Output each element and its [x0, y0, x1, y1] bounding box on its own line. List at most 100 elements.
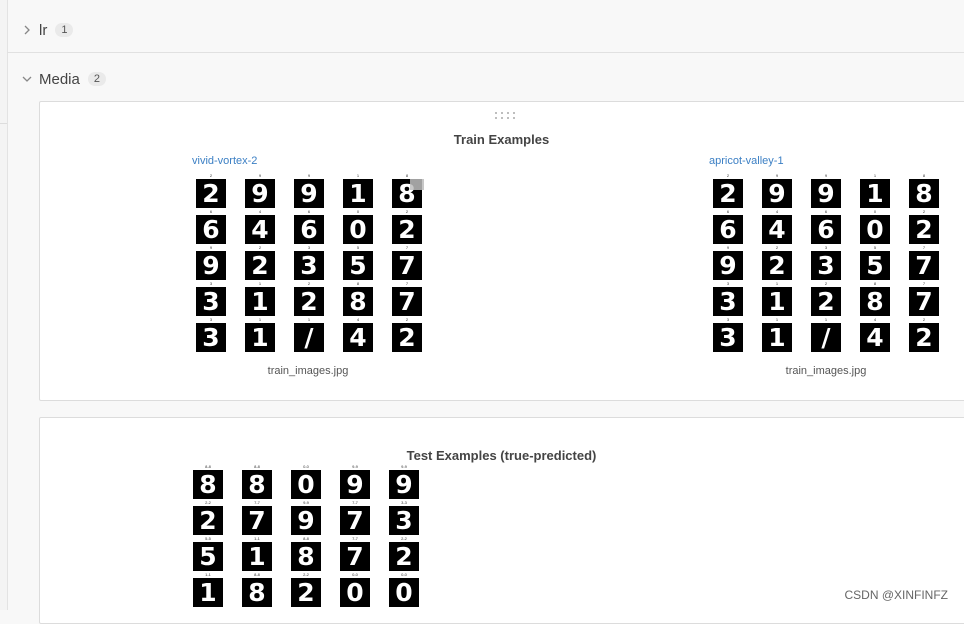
- digit-image: 8: [242, 470, 272, 499]
- digit-image: 2: [909, 323, 939, 352]
- digit-image: 7: [242, 506, 272, 535]
- digit-image: 8: [860, 287, 890, 316]
- hover-highlight: [410, 179, 424, 190]
- mnist-image-cell: 22: [712, 173, 744, 209]
- image-grid[interactable]: 2299991188664466002299223355773311228877…: [195, 173, 423, 353]
- mnist-image-cell: 88: [908, 173, 940, 209]
- mnist-image-cell: 8-8 8: [241, 572, 273, 608]
- digit-image: 8: [193, 470, 223, 499]
- mnist-image-cell: 99: [244, 173, 276, 209]
- digit-image: 9: [291, 506, 321, 535]
- mnist-image-cell: 33: [712, 281, 744, 317]
- digit-image: 7: [340, 506, 370, 535]
- run-name-link[interactable]: apricot-valley-1: [709, 155, 784, 167]
- digit-image: 8: [343, 287, 373, 316]
- digit-image: 3: [713, 323, 743, 352]
- digit-image: 3: [811, 251, 841, 280]
- mnist-image-cell: 9-9 9: [388, 464, 420, 500]
- mnist-image-cell: 1/: [293, 317, 325, 353]
- mnist-image-cell: 0-0 0: [339, 572, 371, 608]
- section-count-badge: 2: [87, 72, 106, 86]
- mnist-image-cell: 0-0 0: [388, 572, 420, 608]
- digit-image: 1: [762, 287, 792, 316]
- chevron-right-icon: [21, 24, 33, 36]
- mnist-image-cell: 22: [761, 245, 793, 281]
- mnist-image-cell: 22: [908, 317, 940, 353]
- digit-image: 7: [392, 287, 422, 316]
- section-header-lr[interactable]: lr 1: [7, 5, 964, 55]
- mnist-image-cell: 55: [859, 245, 891, 281]
- section-header-media[interactable]: Media 2: [7, 54, 964, 104]
- mnist-image-cell: 11: [761, 317, 793, 353]
- mnist-image-cell: 99: [810, 173, 842, 209]
- mnist-image-cell: 00: [342, 209, 374, 245]
- digit-image: 1: [245, 287, 275, 316]
- rail-tick: [0, 123, 7, 124]
- image-grid[interactable]: 2299991188664466002299223355773311228877…: [712, 173, 940, 353]
- drag-handle-icon[interactable]: [494, 112, 519, 120]
- run-name-link[interactable]: vivid-vortex-2: [192, 155, 257, 167]
- train-examples-panel: Train Examples vivid-vortex-2 2299991188…: [39, 101, 964, 401]
- mnist-image-cell: 66: [293, 209, 325, 245]
- chevron-down-icon: [21, 73, 33, 85]
- mnist-image-cell: 2-2 2: [290, 572, 322, 608]
- digit-image: 9: [762, 179, 792, 208]
- digit-image: 8: [909, 179, 939, 208]
- mnist-image-cell: 2-2 2: [388, 536, 420, 572]
- mnist-image-cell: 44: [342, 317, 374, 353]
- mnist-image-cell: 99: [712, 245, 744, 281]
- mnist-image-cell: 33: [195, 317, 227, 353]
- mnist-image-cell: 66: [712, 209, 744, 245]
- digit-image: 6: [294, 215, 324, 244]
- digit-image: 5: [343, 251, 373, 280]
- mnist-image-cell: 8-8 8: [192, 464, 224, 500]
- digit-image: 1: [193, 578, 223, 607]
- mnist-image-cell: 22: [195, 173, 227, 209]
- mnist-image-cell: 99: [761, 173, 793, 209]
- mnist-image-cell: 3-3 3: [388, 500, 420, 536]
- mnist-image-cell: 22: [810, 281, 842, 317]
- digit-image: 0: [389, 578, 419, 607]
- mnist-image-cell: 77: [391, 245, 423, 281]
- mnist-image-cell: 22: [293, 281, 325, 317]
- digit-image: 2: [909, 215, 939, 244]
- section-title: lr: [39, 21, 48, 39]
- mnist-image-cell: 7-7 7: [339, 536, 371, 572]
- mnist-image-cell: 11: [244, 317, 276, 353]
- mnist-image-cell: 1-1 1: [241, 536, 273, 572]
- mnist-image-cell: 44: [859, 317, 891, 353]
- test-examples-panel: Test Examples (true-predicted) 8-8 8 8-8 8 0…: [39, 417, 964, 624]
- digit-image: 6: [713, 215, 743, 244]
- mnist-image-cell: 99: [195, 245, 227, 281]
- digit-image: 0: [291, 470, 321, 499]
- mnist-image-cell: 33: [293, 245, 325, 281]
- digit-image: 6: [811, 215, 841, 244]
- digit-image: 1: [242, 542, 272, 571]
- mnist-image-cell: 7-7 7: [339, 500, 371, 536]
- digit-image: 8: [242, 578, 272, 607]
- digit-image: 3: [196, 287, 226, 316]
- digit-image: 3: [196, 323, 226, 352]
- mnist-image-cell: 77: [908, 281, 940, 317]
- mnist-image-cell: 77: [391, 281, 423, 317]
- mnist-image-cell: 22: [244, 245, 276, 281]
- digit-image: 5: [193, 542, 223, 571]
- image-caption: train_images.jpg: [785, 365, 867, 377]
- digit-image: 9: [713, 251, 743, 280]
- panel-title: Train Examples: [453, 132, 550, 147]
- mnist-image-cell: 2-2 2: [192, 500, 224, 536]
- digit-image: 2: [245, 251, 275, 280]
- digit-image: 4: [762, 215, 792, 244]
- mnist-image-cell: 00: [859, 209, 891, 245]
- digit-image: 7: [909, 287, 939, 316]
- mnist-image-cell: 55: [342, 245, 374, 281]
- section-divider: [7, 52, 964, 53]
- mnist-image-cell: 1/: [810, 317, 842, 353]
- image-grid[interactable]: 8-8 8 8-8 8 0-0 0 9-9 9 9-9 9 2-2 2 7-7 7 9-9 9 7-7 7 3-3 3…: [192, 464, 420, 608]
- digit-image: 0: [343, 215, 373, 244]
- digit-image: 2: [762, 251, 792, 280]
- mnist-image-cell: 99: [293, 173, 325, 209]
- mnist-image-cell: 66: [195, 209, 227, 245]
- digit-image: 9: [245, 179, 275, 208]
- mnist-image-cell: 11: [244, 281, 276, 317]
